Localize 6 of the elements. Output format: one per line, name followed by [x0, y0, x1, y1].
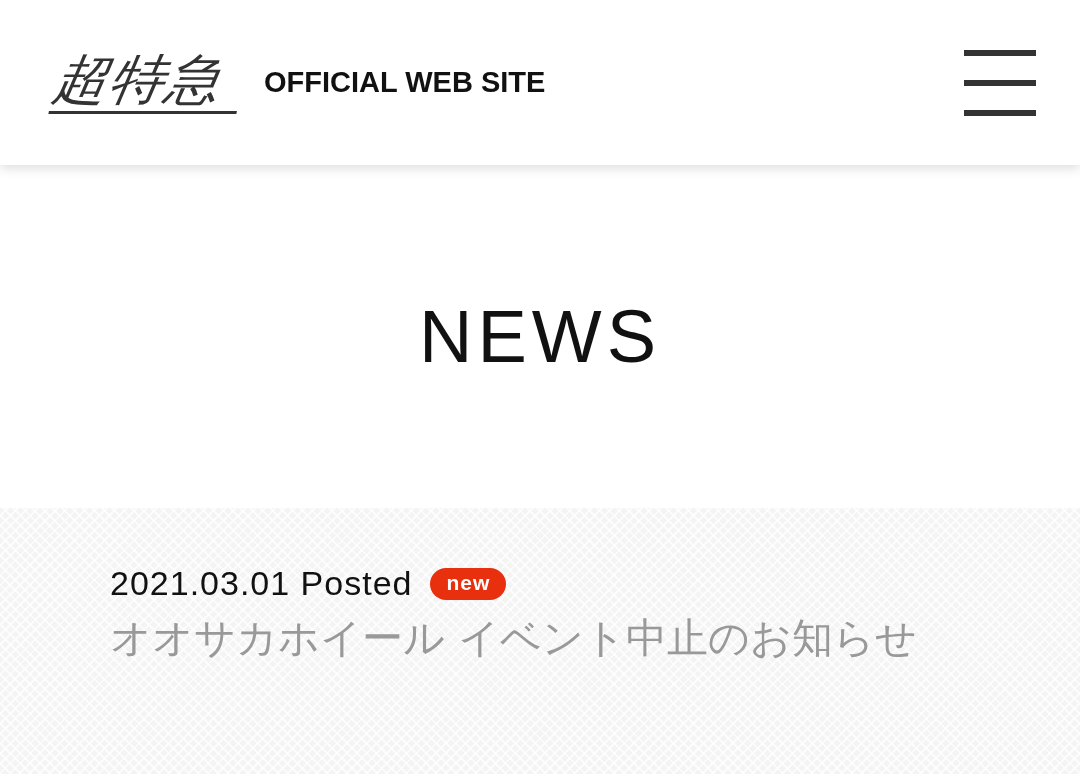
new-badge: new: [430, 567, 507, 600]
post-date: 2021.03.01 Posted: [110, 564, 413, 603]
site-label: OFFICIAL WEB SITE: [264, 66, 546, 99]
page-title: NEWS: [418, 294, 662, 380]
menu-icon[interactable]: [964, 49, 1036, 116]
site-logo[interactable]: 超特急: [48, 50, 248, 115]
